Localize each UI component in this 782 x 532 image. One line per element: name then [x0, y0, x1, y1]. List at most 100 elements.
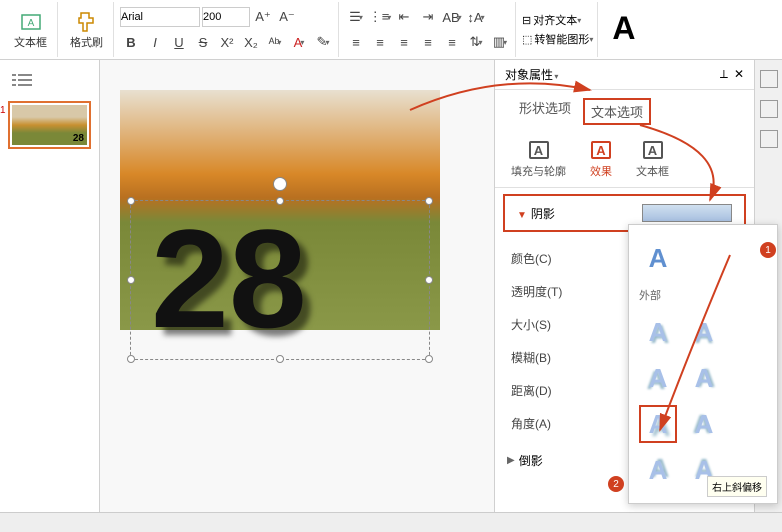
- ribbon-group-font: A⁺ A⁻ B I U S X² X₂ ᴬᵇ▾ A▾ ✎▾: [116, 2, 339, 57]
- subtab-textbox[interactable]: A 文本框: [636, 141, 669, 179]
- ribbon-group-format: 格式刷: [60, 2, 114, 57]
- ribbon-toolbar: A 文本框 格式刷 A⁺ A⁻ B I U S X² X₂ ᴬᵇ▾ A▾ ✎▾: [0, 0, 782, 60]
- decrease-font-button[interactable]: A⁻: [276, 6, 298, 28]
- close-icon[interactable]: ✕: [734, 67, 744, 82]
- textbox-text[interactable]: 28: [131, 201, 429, 357]
- smartart-button[interactable]: ⬚ 转智能图形 ▾: [522, 31, 593, 47]
- change-case-button[interactable]: ᴬᵇ▾: [264, 31, 286, 53]
- shadow-preset-dropdown[interactable]: [642, 204, 732, 222]
- resize-handle-bm[interactable]: [276, 355, 284, 363]
- align-right-button[interactable]: ≡: [393, 31, 415, 53]
- thumbnail-image: 28: [12, 105, 87, 145]
- smartart-label: 转智能图形: [534, 31, 589, 47]
- strike-button[interactable]: S: [192, 31, 214, 53]
- distribute-icon: ≡: [448, 35, 456, 50]
- smartart-icon: ⬚: [522, 33, 532, 46]
- underline-button[interactable]: U: [168, 31, 190, 53]
- resize-handle-tl[interactable]: [127, 197, 135, 205]
- slide-number: 1: [0, 105, 6, 116]
- rotate-handle[interactable]: [273, 177, 287, 191]
- slide-thumbnail[interactable]: 1 28: [8, 101, 91, 149]
- resize-handle-tm[interactable]: [276, 197, 284, 205]
- increase-indent-icon: ⇥: [423, 9, 434, 25]
- align-text-icon: ⊟: [522, 14, 531, 27]
- side-tool-1[interactable]: [760, 70, 778, 88]
- annotation-badge-1: 1: [760, 242, 776, 258]
- resize-handle-tr[interactable]: [425, 197, 433, 205]
- resize-handle-bl[interactable]: [127, 355, 135, 363]
- fill-outline-icon: A: [529, 141, 549, 159]
- shadow-preset-3[interactable]: A: [639, 359, 677, 397]
- resize-handle-br[interactable]: [425, 355, 433, 363]
- highlight-button[interactable]: ✎▾: [312, 31, 334, 53]
- align-left-icon: ≡: [352, 35, 360, 50]
- shadow-none[interactable]: A: [639, 239, 677, 277]
- textbox-selection[interactable]: 28: [130, 200, 430, 360]
- resize-handle-mr[interactable]: [425, 276, 433, 284]
- effects-icon: A: [591, 141, 611, 159]
- svg-text:A: A: [27, 18, 34, 29]
- slide-thumbnails-panel: 1 28: [0, 60, 100, 512]
- align-text-button[interactable]: ⊟ 对齐文本 ▾: [522, 12, 581, 28]
- subtab-fill-outline[interactable]: A 填充与轮廓: [511, 141, 566, 179]
- preset-tooltip: 右上斜偏移: [707, 476, 767, 497]
- subscript-button[interactable]: X₂: [240, 31, 262, 53]
- align-center-button[interactable]: ≡: [369, 31, 391, 53]
- tab-text-options[interactable]: 文本选项: [583, 98, 651, 125]
- font-size-select[interactable]: [202, 7, 250, 27]
- tab-shape-options[interactable]: 形状选项: [519, 98, 571, 125]
- shadow-preset-2[interactable]: A: [685, 313, 723, 351]
- line-spacing-button[interactable]: ⇅▾: [465, 31, 487, 53]
- align-justify-button[interactable]: ≡: [417, 31, 439, 53]
- numbering-icon: ⋮≡: [369, 9, 390, 25]
- slide-canvas[interactable]: 28: [100, 60, 494, 512]
- annotation-badge-2: 2: [608, 476, 624, 492]
- shadow-preset-5[interactable]: A: [639, 405, 677, 443]
- shadow-preset-1[interactable]: A: [639, 313, 677, 351]
- shadow-preset-4[interactable]: A: [685, 359, 723, 397]
- numbering-button[interactable]: ⋮≡▾: [369, 6, 391, 28]
- format-painter-label: 格式刷: [70, 34, 103, 50]
- panel-header: 对象属性 ▾ ⟂ ✕: [495, 60, 754, 90]
- shadow-preset-7[interactable]: A: [639, 451, 677, 489]
- textbox-label: 文本框: [14, 34, 47, 50]
- panel-subtabs: A 填充与轮廓 A 效果 A 文本框: [495, 133, 754, 188]
- textbox-button[interactable]: A 文本框: [8, 8, 53, 52]
- expand-icon: ▼: [517, 210, 527, 221]
- outline-toggle-icon[interactable]: [12, 72, 32, 88]
- increase-font-button[interactable]: A⁺: [252, 6, 274, 28]
- gallery-section-outer: 外部: [637, 283, 769, 307]
- ribbon-group-textbox: A 文本框: [4, 2, 58, 57]
- shadow-preset-gallery: A 外部 A A A A A A A A 右上斜偏移: [628, 224, 778, 504]
- decrease-indent-button[interactable]: ⇤: [393, 6, 415, 28]
- increase-indent-button[interactable]: ⇥: [417, 6, 439, 28]
- align-center-icon: ≡: [376, 35, 384, 50]
- decrease-indent-icon: ⇤: [399, 9, 410, 25]
- side-tool-3[interactable]: [760, 130, 778, 148]
- pin-icon[interactable]: ⟂: [720, 67, 728, 82]
- wordart-preview: A: [600, 2, 647, 57]
- subtab-effects[interactable]: A 效果: [590, 141, 612, 179]
- format-painter-icon: [75, 10, 99, 34]
- status-bar: [0, 512, 782, 532]
- font-color-button[interactable]: A▾: [288, 31, 310, 53]
- superscript-button[interactable]: X²: [216, 31, 238, 53]
- textbox-tab-icon: A: [643, 141, 663, 159]
- align-left-button[interactable]: ≡: [345, 31, 367, 53]
- align-text-label: 对齐文本: [533, 12, 577, 28]
- bullets-button[interactable]: ☰▾: [345, 6, 367, 28]
- columns-button[interactable]: ▥▾: [489, 31, 511, 53]
- slide: 28: [120, 90, 440, 330]
- text-direction-button[interactable]: ↕A▾: [465, 6, 487, 28]
- char-spacing-button[interactable]: AB▾: [441, 6, 463, 28]
- shadow-preset-6[interactable]: A: [685, 405, 723, 443]
- format-painter-button[interactable]: 格式刷: [64, 8, 109, 52]
- panel-tabs: 形状选项 文本选项: [495, 90, 754, 133]
- align-justify-icon: ≡: [424, 35, 432, 50]
- side-tool-2[interactable]: [760, 100, 778, 118]
- italic-button[interactable]: I: [144, 31, 166, 53]
- font-name-select[interactable]: [120, 7, 200, 27]
- bold-button[interactable]: B: [120, 31, 142, 53]
- resize-handle-ml[interactable]: [127, 276, 135, 284]
- distribute-button[interactable]: ≡: [441, 31, 463, 53]
